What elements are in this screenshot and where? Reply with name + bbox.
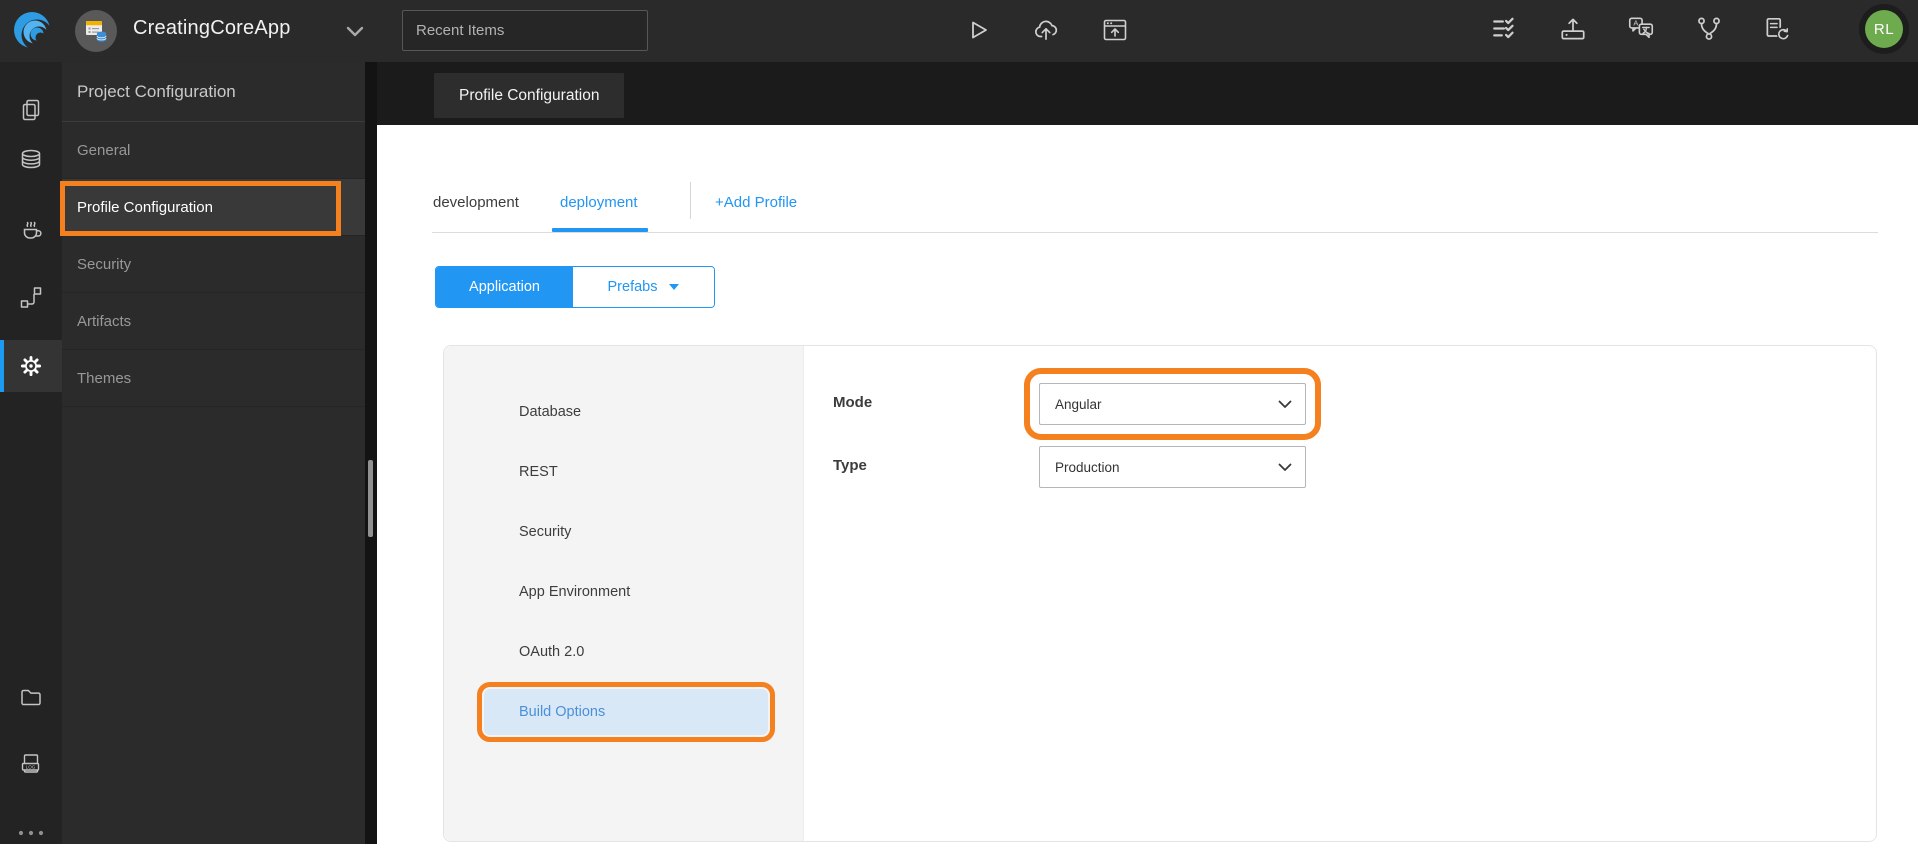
version-control-button[interactable] (1692, 12, 1726, 46)
tabs-rule (432, 232, 1878, 233)
sidebar-title: Project Configuration (62, 62, 365, 122)
log-file-icon: LOG (21, 754, 40, 773)
checklist-button[interactable] (1488, 12, 1522, 46)
avatar-initials: RL (1865, 10, 1903, 48)
folder-icon (21, 689, 41, 706)
rail-files-button[interactable] (0, 675, 62, 719)
settings-gear-icon (20, 355, 42, 377)
main-area: Profile Configuration development deploy… (377, 62, 1918, 844)
rail-settings-button[interactable] (0, 344, 62, 388)
play-icon (972, 21, 987, 39)
profile-tab-development[interactable]: development (433, 187, 519, 217)
export-button[interactable] (1556, 12, 1590, 46)
toggle-prefabs[interactable]: Prefabs (573, 267, 714, 307)
localization-button[interactable]: A (1624, 12, 1658, 46)
wavemaker-logo-icon[interactable] (8, 6, 58, 56)
rail-java-button[interactable] (0, 207, 62, 251)
app-window: CreatingCoreApp A (0, 0, 1918, 844)
pages-icon (22, 99, 40, 121)
tab-profile-configuration[interactable]: Profile Configuration (434, 73, 625, 118)
scrollbar-thumb[interactable] (368, 460, 373, 537)
menu-item-oauth[interactable]: OAuth 2.0 (484, 629, 768, 675)
menu-item-app-environment[interactable]: App Environment (484, 569, 768, 615)
utility-actions: A (1488, 12, 1794, 46)
tab-divider (690, 182, 691, 219)
rail-logs-button[interactable]: LOG (0, 742, 62, 786)
menu-item-build-options[interactable]: Build Options (477, 682, 775, 742)
window-open-icon (1103, 19, 1127, 41)
profile-configuration-panel: development deployment +Add Profile Appl… (377, 125, 1918, 844)
sync-button[interactable] (1760, 12, 1794, 46)
rail-apis-button[interactable] (0, 275, 62, 319)
branch-icon (1698, 17, 1720, 40)
mode-select-value: Angular (1055, 396, 1102, 412)
user-avatar[interactable]: RL (1859, 4, 1909, 54)
scope-toggle: Application Prefabs (435, 266, 715, 308)
more-dots-icon (18, 830, 44, 836)
menu-item-database[interactable]: Database (484, 389, 768, 435)
mode-select[interactable]: Angular (1024, 368, 1321, 440)
sidebar-item-profile-configuration[interactable]: Profile Configuration (62, 179, 365, 236)
rail-database-button[interactable] (0, 138, 62, 182)
type-select[interactable]: Production (1039, 446, 1306, 488)
recent-items-input[interactable] (402, 10, 648, 51)
rail-more-button[interactable] (0, 811, 62, 855)
icon-rail: LOG (0, 62, 62, 844)
type-label: Type (833, 457, 867, 474)
rail-pages-button[interactable] (0, 88, 62, 132)
cloud-upload-icon (1034, 20, 1058, 40)
run-button[interactable] (960, 13, 994, 47)
add-profile-button[interactable]: +Add Profile (715, 187, 797, 217)
preview-button[interactable] (1098, 13, 1132, 47)
svg-text:A: A (1633, 19, 1638, 28)
settings-sidebar: Project Configuration General Profile Co… (60, 62, 365, 844)
export-icon (1561, 18, 1585, 40)
sidebar-scrollbar (365, 62, 377, 844)
mode-label: Mode (833, 394, 873, 411)
translate-icon: A (1628, 17, 1654, 39)
java-services-icon (23, 221, 42, 239)
api-flow-icon (20, 287, 42, 308)
caret-down-icon (669, 284, 680, 290)
type-select-value: Production (1055, 459, 1120, 475)
run-actions (960, 13, 1132, 47)
toggle-application[interactable]: Application (436, 267, 573, 307)
project-name[interactable]: CreatingCoreApp (133, 17, 291, 40)
chevron-down-icon (1278, 463, 1292, 471)
menu-item-security[interactable]: Security (484, 509, 768, 555)
file-sync-icon (1766, 17, 1790, 41)
project-icon[interactable] (74, 9, 118, 53)
chevron-down-icon (1278, 400, 1292, 408)
deploy-button[interactable] (1029, 13, 1063, 47)
main-header: Profile Configuration (377, 62, 1918, 125)
menu-item-rest[interactable]: REST (484, 449, 768, 495)
sidebar-item-general[interactable]: General (62, 122, 365, 179)
settings-card: Database REST Security App Environment O… (443, 345, 1877, 842)
database-icon (21, 149, 41, 169)
sidebar-item-security[interactable]: Security (62, 236, 365, 293)
sidebar-item-themes[interactable]: Themes (62, 350, 365, 407)
checklist-icon (1493, 17, 1514, 39)
profile-tab-deployment[interactable]: deployment (560, 187, 638, 217)
toggle-prefabs-label: Prefabs (607, 279, 658, 295)
chevron-down-icon[interactable] (346, 26, 364, 37)
svg-text:LOG: LOG (26, 765, 36, 770)
sidebar-item-artifacts[interactable]: Artifacts (62, 293, 365, 350)
top-bar: CreatingCoreApp A (0, 0, 1918, 62)
settings-menu: Database REST Security App Environment O… (444, 346, 804, 841)
